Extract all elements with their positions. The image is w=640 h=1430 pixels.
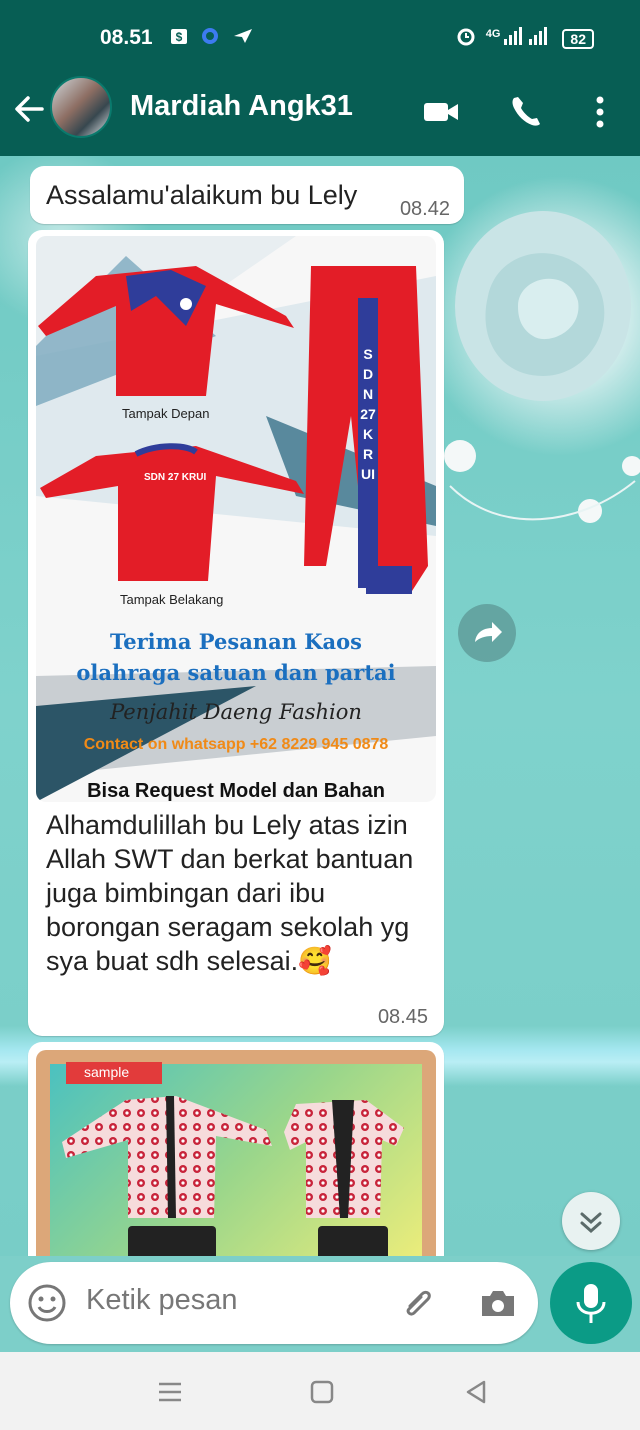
notification-icons: $: [170, 26, 254, 51]
message-time: 08.45: [377, 1006, 428, 1028]
attach-icon[interactable]: [396, 1282, 440, 1331]
headline-2: olahraga satuan dan partai: [76, 660, 396, 685]
back-arrow-icon[interactable]: [12, 92, 48, 132]
label-front: Tampak Depan: [122, 406, 210, 421]
message-bubble[interactable]: Assalamu'alaikum bu Lely 08.42: [30, 166, 464, 224]
browser-icon: [200, 26, 220, 51]
chat-area[interactable]: Assalamu'alaikum bu Lely 08.42 Tampak De…: [0, 156, 640, 1256]
system-icons: 4G 82: [456, 26, 594, 51]
contact-line: Contact on whatsapp +62 8229 945 0878: [83, 736, 389, 753]
microphone-icon: [576, 1284, 606, 1323]
voice-message-button[interactable]: [550, 1262, 632, 1344]
uniform-sample-image[interactable]: sample: [36, 1050, 436, 1256]
recents-icon[interactable]: [156, 1378, 184, 1411]
message-text: Alhamdulillah bu Lely atas izin Allah SW…: [46, 810, 414, 976]
camera-icon[interactable]: [476, 1282, 520, 1331]
video-call-icon[interactable]: [420, 90, 464, 134]
phone-call-icon[interactable]: [504, 90, 548, 134]
brand-name: Penjahit Daeng Fashion: [110, 700, 362, 724]
wallpaper-pearls: [440, 426, 640, 536]
wallpaper-rose: [448, 206, 638, 489]
network-label: 4G: [485, 27, 501, 40]
contact-name[interactable]: Mardiah Angk31: [130, 90, 353, 123]
forward-icon: [475, 622, 502, 642]
battery-icon: 82: [562, 28, 594, 49]
promo-image[interactable]: Tampak Depan Tampak Belakang SDN 27 KRUI…: [36, 236, 436, 802]
home-icon[interactable]: [308, 1378, 336, 1411]
footer-line: Bisa Request Model dan Bahan: [87, 780, 385, 802]
message-bubble[interactable]: sample: [28, 1042, 444, 1256]
message-bubble[interactable]: Tampak Depan Tampak Belakang SDN 27 KRUI…: [28, 230, 444, 1036]
message-input[interactable]: Ketik pesan: [86, 1284, 238, 1317]
system-nav-bar: [0, 1352, 640, 1430]
status-time: 08.51: [100, 26, 153, 49]
message-composer: Ketik pesan: [10, 1262, 538, 1344]
label-back: Tampak Belakang: [120, 592, 224, 607]
avatar[interactable]: [50, 76, 112, 138]
emoji-icon[interactable]: [26, 1282, 68, 1329]
chat-header: Mardiah Angk31: [0, 76, 640, 156]
signal-icon: [504, 27, 552, 50]
scroll-to-bottom-button[interactable]: [562, 1192, 620, 1250]
message-text: Assalamu'alaikum bu Lely: [46, 180, 358, 210]
back-icon[interactable]: [462, 1378, 490, 1411]
money-icon: $: [170, 27, 188, 50]
more-options-icon[interactable]: [580, 90, 624, 134]
status-bar: 08.51 $ 4G 82: [0, 0, 640, 76]
shirt-print: SDN 27 KRUI: [144, 472, 207, 483]
bird-icon: [232, 27, 254, 50]
message-time: 08.42: [399, 198, 450, 220]
alarm-icon: [456, 26, 476, 51]
svg-text:$: $: [176, 30, 183, 44]
double-chevron-down-icon: [580, 1212, 602, 1234]
headline-1: Terima Pesanan Kaos: [110, 629, 362, 654]
forward-button[interactable]: [458, 604, 516, 662]
pants-text: SDN 27 KRUI: [360, 346, 376, 482]
